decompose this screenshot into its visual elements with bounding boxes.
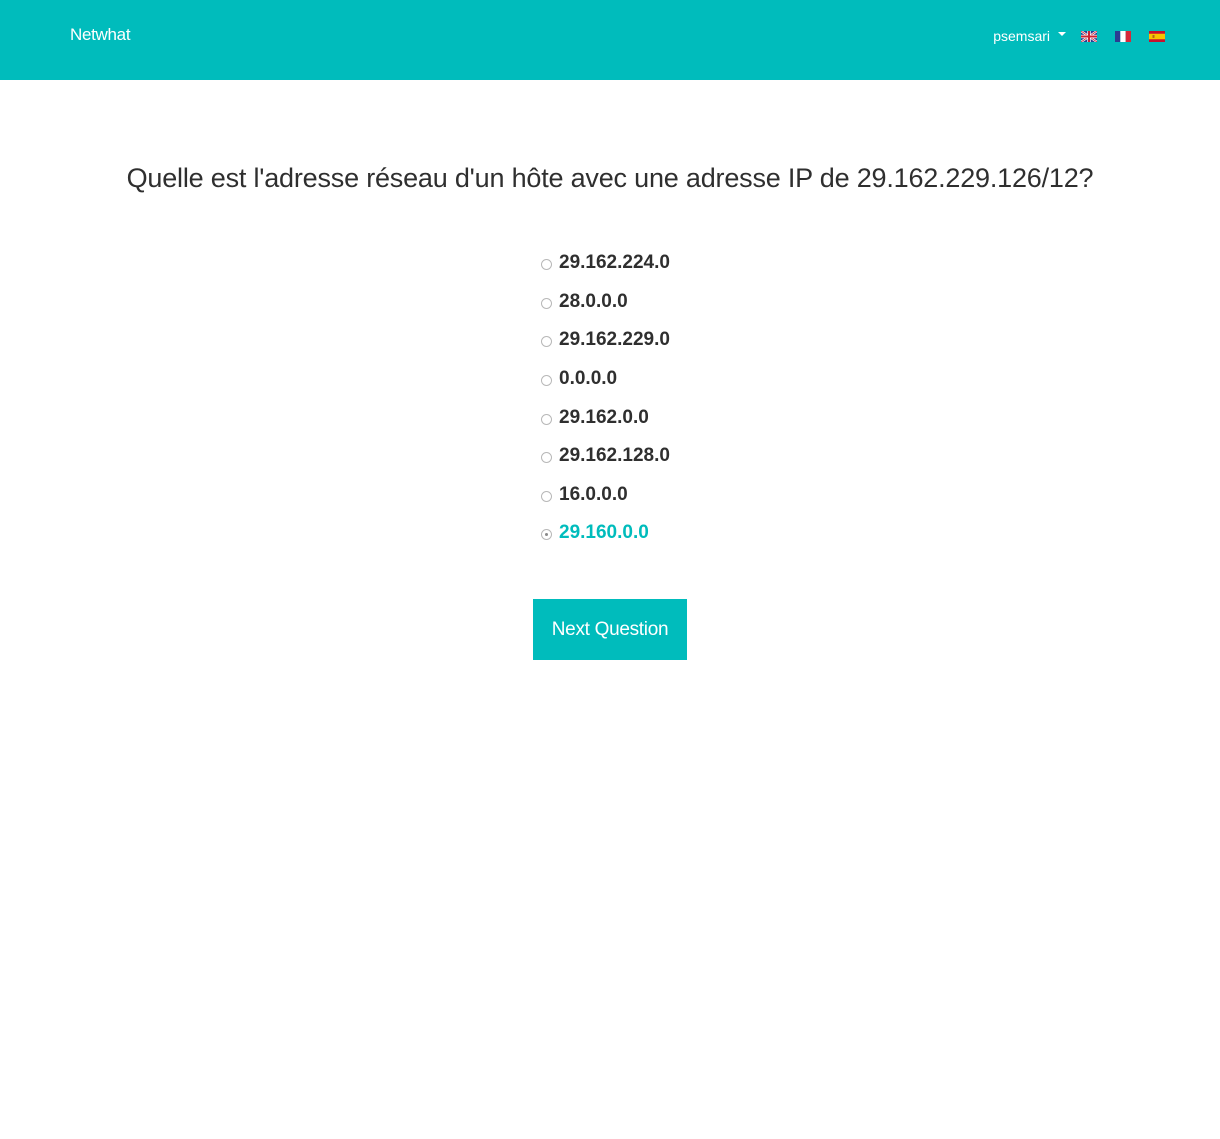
answer-option[interactable]: 16.0.0.0 (541, 476, 670, 515)
nav-right-group: psemsari (993, 26, 1165, 46)
answer-option[interactable]: 0.0.0.0 (541, 360, 670, 399)
answer-label: 29.162.229.0 (559, 329, 670, 351)
radio-button[interactable] (541, 490, 552, 502)
answer-label: 29.162.224.0 (559, 252, 670, 274)
radio-button[interactable] (541, 375, 552, 387)
user-dropdown-toggle[interactable]: psemsari (993, 28, 1066, 44)
radio-button[interactable] (541, 336, 552, 348)
france-flag-icon[interactable] (1115, 30, 1131, 42)
answer-option[interactable]: 29.162.229.0 (541, 321, 670, 360)
radio-button[interactable] (541, 529, 552, 541)
spain-flag-icon[interactable] (1149, 30, 1165, 42)
brand-link[interactable]: Netwhat (70, 25, 131, 45)
answer-label: 29.160.0.0 (559, 522, 649, 544)
radio-button[interactable] (541, 413, 552, 425)
answer-option[interactable]: 29.162.128.0 (541, 437, 670, 476)
caret-down-icon (1058, 32, 1066, 36)
answer-label: 29.162.0.0 (559, 406, 649, 428)
answer-label: 28.0.0.0 (559, 290, 628, 312)
radio-button[interactable] (541, 452, 552, 464)
next-question-button[interactable]: Next Question (533, 599, 687, 660)
answer-label: 0.0.0.0 (559, 368, 618, 390)
answer-label: 16.0.0.0 (559, 483, 628, 505)
answer-label: 29.162.128.0 (559, 445, 670, 467)
answer-option[interactable]: 29.162.224.0 (541, 244, 670, 283)
radio-button[interactable] (541, 297, 552, 309)
question-text: Quelle est l'adresse réseau d'un hôte av… (126, 163, 1094, 193)
answer-option[interactable]: 29.160.0.0 (541, 514, 670, 553)
top-navbar: Netwhat psemsari (0, 0, 1220, 80)
radio-button[interactable] (541, 259, 552, 271)
answer-option[interactable]: 29.162.0.0 (541, 398, 670, 437)
answer-option[interactable]: 28.0.0.0 (541, 283, 670, 322)
username-label: psemsari (993, 28, 1050, 44)
answer-list: 29.162.224.0 28.0.0.0 29.162.229.0 0.0.0… (541, 244, 670, 553)
uk-flag-icon[interactable] (1081, 30, 1097, 42)
